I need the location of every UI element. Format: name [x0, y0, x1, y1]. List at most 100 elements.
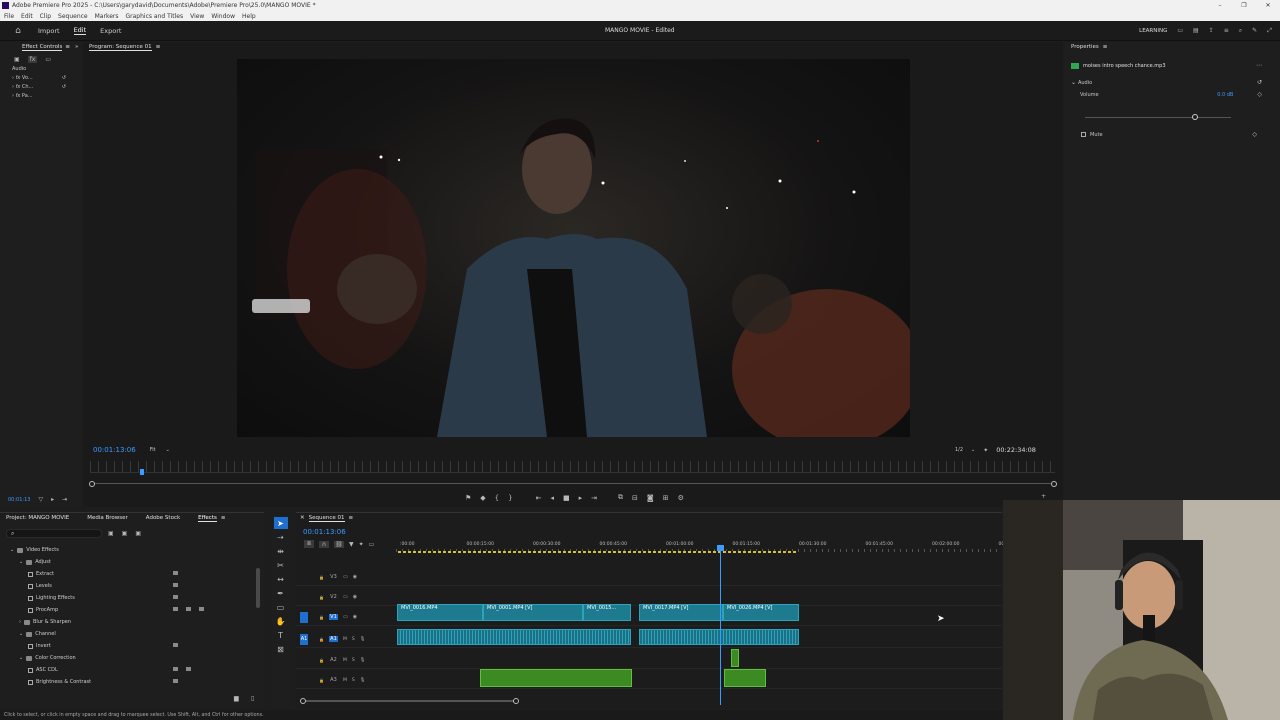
clip-icon[interactable]: ▣ — [14, 56, 20, 63]
audio-clip-a3[interactable] — [724, 669, 766, 687]
keyframe-icon[interactable]: ▭ — [45, 56, 51, 63]
chevron-right-icon[interactable]: › — [19, 619, 21, 625]
menu-markers[interactable]: Markers — [95, 13, 119, 20]
track-name[interactable]: A3 — [329, 677, 338, 683]
menu-window[interactable]: Window — [211, 13, 235, 20]
go-to-in-icon[interactable]: ⇤ — [536, 494, 542, 502]
resolution-dropdown[interactable]: 1/2 ⌄ — [955, 447, 975, 453]
volume-value[interactable]: 0.0 dB — [1217, 92, 1233, 98]
share-icon[interactable]: ⇪ — [1209, 27, 1214, 34]
wrench-icon[interactable]: ✦ — [983, 447, 988, 454]
volume-slider-thumb[interactable] — [1191, 114, 1198, 120]
menu-file[interactable]: File — [4, 13, 14, 20]
eye-icon[interactable]: ◉ — [353, 594, 357, 600]
effects-folder[interactable]: ⌄ Adjust — [19, 557, 250, 567]
step-forward-icon[interactable]: ▸ — [579, 494, 583, 502]
sync-lock-icon[interactable]: ▭ — [343, 594, 348, 600]
source-patch[interactable] — [300, 611, 308, 623]
reset-icon[interactable]: ↺ — [62, 75, 66, 81]
tab-menu-icon[interactable]: ≡ — [349, 515, 354, 521]
chevron-right-icon[interactable]: › — [12, 93, 14, 99]
panel-icon[interactable]: ▭ — [1177, 27, 1183, 34]
step-back-icon[interactable]: ◂ — [550, 494, 554, 502]
lock-icon[interactable]: 🔒 — [319, 595, 324, 600]
stop-icon[interactable]: ■ — [563, 494, 570, 502]
wrench-icon[interactable]: ✦ — [359, 541, 364, 548]
audio-clip[interactable] — [639, 629, 799, 645]
mic-icon[interactable]: 🎙 — [360, 678, 366, 683]
effects-item[interactable]: ProcAmp — [28, 605, 250, 615]
track-name[interactable]: A1 — [328, 636, 338, 642]
audio-clip-a3[interactable] — [480, 669, 632, 687]
insert-icon[interactable]: ⧉ — [618, 493, 623, 502]
tab-import[interactable]: Import — [38, 27, 60, 35]
selection-tool-icon[interactable]: ➤ — [273, 517, 288, 529]
mute-icon[interactable]: M — [343, 637, 347, 642]
mark-in-icon[interactable]: { — [495, 494, 499, 502]
effects-item[interactable]: Extract — [28, 569, 250, 579]
effects-item[interactable]: ASC CDL — [28, 665, 250, 675]
32bit-icon[interactable]: ▣ — [122, 530, 128, 537]
nest-icon[interactable]: ⧈ — [304, 540, 314, 548]
chat-icon[interactable]: ✎ — [1252, 27, 1257, 34]
solo-icon[interactable]: S — [352, 637, 355, 642]
video-frame[interactable] — [237, 59, 910, 437]
pen-tool-icon[interactable]: ✒ — [274, 587, 288, 599]
close-icon[interactable]: ✕ — [1256, 2, 1280, 9]
tab-menu-icon[interactable]: ≡ — [65, 44, 70, 50]
effects-item[interactable]: Levels — [28, 581, 250, 591]
layout-icon[interactable]: ▤ — [1193, 27, 1199, 34]
track-header[interactable]: A1 🔒 A1 M S 🎙 — [300, 633, 396, 645]
restore-icon[interactable]: ❐ — [1232, 2, 1256, 9]
accelerated-icon[interactable]: ▣ — [108, 530, 114, 537]
effects-item[interactable]: Brightness & Contrast — [28, 677, 250, 687]
eye-icon[interactable]: ◉ — [353, 574, 357, 580]
menu-edit[interactable]: Edit — [21, 13, 33, 20]
tab-export[interactable]: Export — [100, 27, 121, 35]
volume-slider[interactable] — [1085, 114, 1231, 121]
track-header[interactable]: 🔒 V1 ▭ ◉ — [300, 611, 396, 623]
video-clip[interactable]: MVI_0016.MP4 — [397, 604, 483, 621]
hand-tool-icon[interactable]: ✋ — [274, 615, 288, 627]
rectangle-tool-icon[interactable]: ▭ — [274, 601, 288, 613]
effect-item-channel[interactable]: Ch... — [22, 84, 33, 90]
chevron-right-icon[interactable]: › — [12, 84, 14, 90]
export-icon[interactable]: ⇥ — [62, 496, 67, 503]
mute-checkbox[interactable] — [1081, 132, 1086, 137]
effects-item[interactable]: Invert — [28, 641, 250, 651]
source-patch[interactable]: A1 — [300, 633, 308, 645]
timeline-playhead-handle[interactable] — [717, 545, 724, 551]
linked-select-icon[interactable]: ⛓ — [334, 540, 344, 548]
fullscreen-icon[interactable]: ⤢ — [1267, 27, 1272, 35]
effects-folder[interactable]: ⌄ Video Effects — [10, 545, 250, 555]
monitor-zoom-bar[interactable] — [89, 481, 1057, 487]
chevron-right-icon[interactable]: ⌄ — [19, 631, 23, 637]
track-name[interactable]: V2 — [329, 594, 338, 600]
keyframe-toggle-icon[interactable]: ◇ — [1257, 91, 1262, 98]
home-icon[interactable]: ⌂ — [8, 26, 28, 36]
chevron-down-icon[interactable]: ⌄ — [19, 559, 23, 565]
timeline-playhead[interactable] — [720, 545, 721, 705]
timeline-tab[interactable]: Sequence 01 — [308, 515, 345, 522]
tab-menu-icon[interactable]: ≡ — [156, 44, 161, 50]
tab-adobe-stock[interactable]: Adobe Stock — [146, 515, 180, 521]
track-header[interactable]: 🔒 V2 ▭ ◉ — [300, 591, 396, 603]
marker-icon[interactable]: ⚑ — [465, 494, 471, 502]
learning-label[interactable]: LEARNING — [1139, 28, 1167, 34]
add-marker-icon[interactable]: ▼ — [349, 541, 354, 548]
mute-icon[interactable]: M — [343, 658, 347, 663]
track-header[interactable]: 🔒 A3 M S 🎙 — [300, 674, 396, 686]
effect-item-panner[interactable]: Pa... — [22, 93, 33, 99]
filter-icon[interactable]: ▽ — [38, 496, 43, 503]
play-icon[interactable]: ▸ — [51, 496, 54, 503]
mic-icon[interactable]: 🎙 — [360, 637, 366, 642]
properties-tab[interactable]: Properties — [1071, 44, 1099, 50]
fx-icon[interactable]: fx — [27, 56, 38, 63]
effect-item-volume[interactable]: Vo... — [22, 75, 33, 81]
video-clip[interactable]: MVI_0015... — [583, 604, 631, 621]
yuv-icon[interactable]: ▣ — [135, 530, 141, 537]
mute-icon[interactable]: M — [343, 678, 347, 683]
settings-icon[interactable]: ⚙ — [678, 494, 684, 502]
menu-view[interactable]: View — [190, 13, 204, 20]
menu-clip[interactable]: Clip — [40, 13, 51, 20]
